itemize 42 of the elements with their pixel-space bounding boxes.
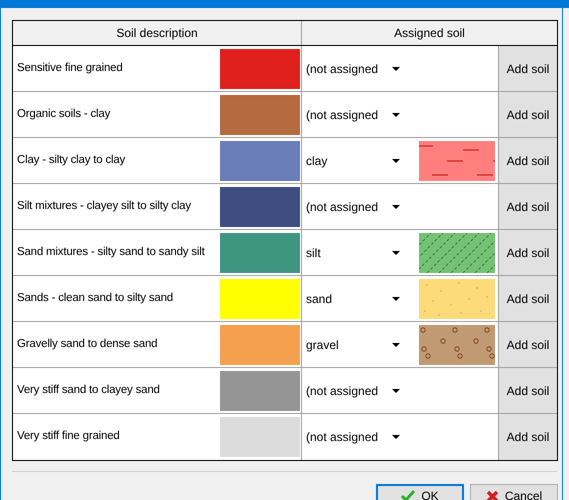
caret-icon [392,112,400,116]
table-cell-text: Very stiff sand to clayey sand [16,382,161,398]
caret-icon [392,158,400,162]
close-icon [486,490,499,500]
add-soil-button[interactable]: Add soil [499,184,557,229]
soil-dropdown[interactable]: sand [302,276,416,321]
soil-dropdown[interactable]: (not assigned [302,92,416,137]
soil-dropdown[interactable]: (not assigned [302,414,416,460]
soil-dropdown[interactable]: gravel [302,322,416,367]
caret-icon [392,342,400,346]
table-cell-text: Silt mixtures - clayey silt to silty clay [16,198,192,214]
soil-dropdown[interactable]: (not assigned [302,184,416,229]
soil-dropdown[interactable]: (not assigned [302,368,416,413]
add-soil-button[interactable]: Add soil [499,230,557,275]
table-cell-text: Gravelly sand to dense sand [16,336,158,352]
caret-icon [392,388,400,392]
caret-icon [392,435,400,439]
caret-icon [392,296,400,300]
column-header: Assigned soil [393,25,466,42]
cancel-button[interactable]: Cancel [470,484,558,500]
add-soil-button[interactable]: Add soil [499,276,557,321]
caret-icon [392,66,400,70]
table-cell-text: Sands - clean sand to silty sand [16,290,174,306]
add-soil-button[interactable]: Add soil [499,414,557,460]
check-icon [401,490,416,500]
table-cell-text: Clay - silty clay to clay [16,152,126,168]
table-cell-text: Sensitive fine grained [16,60,124,76]
add-soil-button[interactable]: Add soil [499,92,557,137]
ok-button[interactable]: OK [376,484,464,500]
soil-dropdown[interactable]: (not assigned [302,46,416,91]
soil-dropdown[interactable]: silt [302,230,416,275]
column-header: Soil description [13,21,302,45]
caret-icon [392,250,400,254]
table-cell-text: Sand mixtures - silty sand to sandy silt [16,244,206,260]
soil-dropdown[interactable]: clay [302,138,416,183]
caret-icon [392,204,400,208]
add-soil-button[interactable]: Add soil [499,46,557,91]
add-soil-button[interactable]: Add soil [499,322,557,367]
table-cell-text: Very stiff fine grained [16,429,121,444]
add-soil-button[interactable]: Add soil [499,368,557,413]
table-cell-text: Organic soils - clay [16,106,112,122]
add-soil-button[interactable]: Add soil [499,138,557,183]
